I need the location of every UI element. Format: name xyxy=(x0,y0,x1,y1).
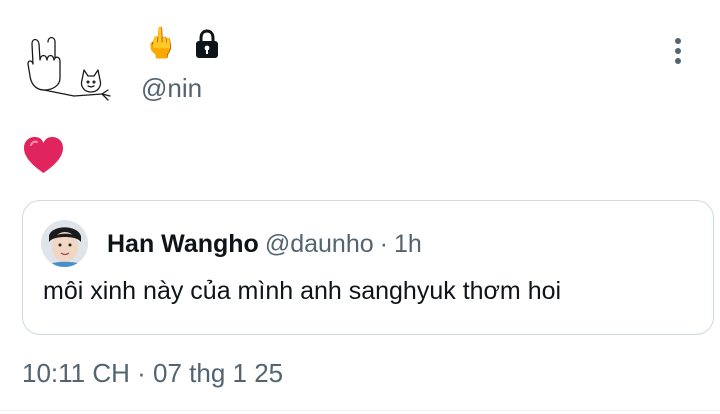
lock-icon xyxy=(196,29,219,58)
header-separator: · xyxy=(379,230,388,258)
quoted-tweet-header: Han Wangho @daunho · 1h xyxy=(107,230,422,259)
quoted-author-handle[interactable]: @daunho xyxy=(265,230,374,258)
quoted-tweet-card[interactable]: Han Wangho @daunho · 1h môi xinh này của mì… xyxy=(22,200,714,335)
quoted-relative-time: 1h xyxy=(393,230,422,258)
author-handle[interactable]: @nin xyxy=(141,73,202,104)
quoted-author-name[interactable]: Han Wangho xyxy=(107,230,259,258)
pointing-finger-icon: 🖕 xyxy=(142,27,180,60)
tweet-timestamp[interactable]: 10:11 CH · 07 thg 1 25 xyxy=(22,358,283,389)
quoted-tweet-text: môi xinh này của mình anh sanghyuk thơm … xyxy=(43,277,562,305)
quoted-author-avatar[interactable] xyxy=(41,220,88,267)
more-options-icon[interactable] xyxy=(670,35,686,67)
red-heart-icon xyxy=(24,137,63,173)
divider xyxy=(0,410,720,411)
avatar[interactable] xyxy=(22,30,120,108)
author-name-row[interactable]: 🖕 xyxy=(142,24,221,64)
